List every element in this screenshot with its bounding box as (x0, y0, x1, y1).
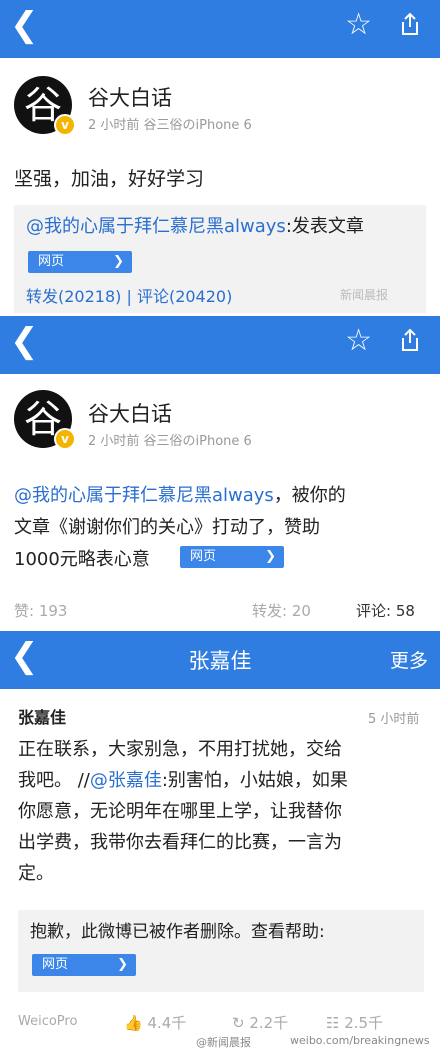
comment-count[interactable]: ☷ 2.5千 (326, 1012, 383, 1033)
user-name[interactable]: 谷大白话 (88, 82, 172, 112)
like-count[interactable]: 👍 4.4千 (124, 1012, 186, 1033)
web-link-button[interactable]: 网页 ❯ (180, 546, 284, 568)
like-count[interactable]: 赞: 193 (14, 600, 67, 621)
comment-count[interactable]: 评论: 58 (356, 600, 415, 621)
back-arrow-icon[interactable]: ❮ (10, 324, 39, 358)
web-link-button[interactable]: 网页 ❯ (28, 251, 132, 273)
repost-count[interactable]: ↻ 2.2千 (232, 1012, 288, 1033)
second-nav-bar: ❮ ☆ (0, 316, 440, 374)
user-name[interactable]: 张嘉佳 (18, 704, 66, 728)
comment-icon: ☷ (326, 1014, 340, 1032)
repost-user-link[interactable]: @我的心属于拜仁慕尼黑always (26, 216, 286, 237)
nav-title: 张嘉佳 (188, 649, 252, 673)
web-link-button[interactable]: 网页 ❯ (32, 954, 136, 976)
star-icon[interactable]: ☆ (345, 326, 372, 356)
watermark: @新闻晨报 (196, 1036, 251, 1049)
more-button[interactable]: 更多 (390, 646, 428, 673)
share-icon[interactable] (400, 328, 420, 352)
watermark-url: weibo.com/breakingnews (290, 1034, 430, 1047)
post-meta: 2 小时前 谷三俗のiPhone 6 (88, 434, 252, 449)
star-icon[interactable]: ☆ (345, 10, 372, 40)
post-text: 正在联系，大家别急，不用打扰她，交给 我吧。 //@张嘉佳:别害怕，小姑娘，如果… (18, 739, 348, 884)
back-arrow-icon[interactable]: ❮ (10, 8, 39, 42)
mention-link[interactable]: @我的心属于拜仁慕尼黑always (14, 485, 274, 506)
repost-stats[interactable]: 转发(20218) | 评论(20420) (26, 283, 232, 307)
share-icon[interactable] (400, 12, 420, 36)
top-nav-bar: ❮ ☆ (0, 0, 440, 58)
client-name: WeicoPro (18, 1014, 78, 1029)
repost-text: @我的心属于拜仁慕尼黑always:发表文章 (26, 216, 364, 237)
user-name[interactable]: 谷大白话 (88, 398, 172, 428)
repost-count[interactable]: 转发: 20 (252, 600, 311, 621)
post-text: 坚强，加油，好好学习 (14, 168, 205, 190)
deleted-notice: 抱歉，此微博已被作者删除。查看帮助: (30, 922, 325, 942)
verified-badge-icon: v (54, 114, 76, 136)
deleted-repost-box[interactable]: 抱歉，此微博已被作者删除。查看帮助: 网页 ❯ (18, 910, 424, 992)
repost-icon: ↻ (232, 1014, 245, 1032)
third-nav-bar: ❮ 张嘉佳 更多 (0, 631, 440, 689)
thumb-icon: 👍 (124, 1014, 143, 1032)
post-meta: 2 小时前 谷三俗のiPhone 6 (88, 118, 252, 133)
watermark: 新闻晨报 (340, 288, 389, 302)
post-time: 5 小时前 (368, 712, 420, 727)
verified-badge-icon: v (54, 428, 76, 450)
mention-link[interactable]: @张嘉佳 (90, 770, 162, 791)
